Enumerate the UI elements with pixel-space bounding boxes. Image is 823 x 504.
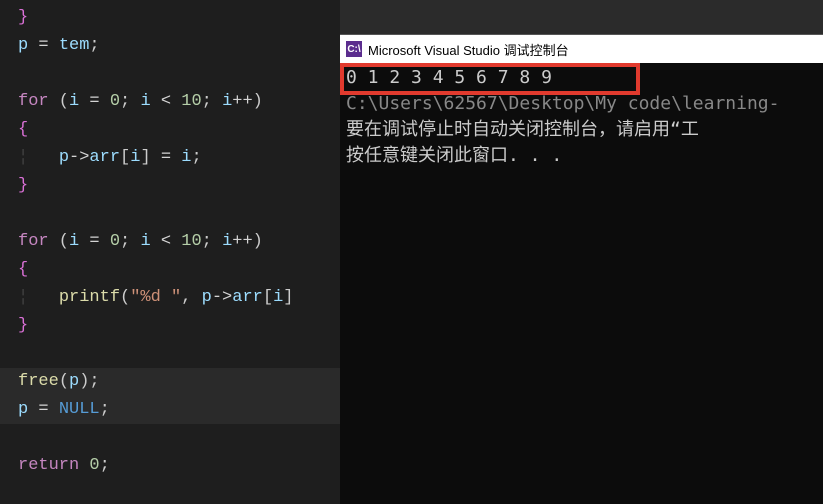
console-body[interactable]: 0 1 2 3 4 5 6 7 8 9 C:\Users\62567\Deskt…	[340, 63, 823, 171]
console-title: Microsoft Visual Studio 调试控制台	[368, 40, 569, 59]
code-line	[18, 60, 340, 88]
code-line: return 0;	[18, 452, 340, 480]
console-output-line: 0 1 2 3 4 5 6 7 8 9	[346, 65, 817, 91]
code-line: }	[18, 312, 340, 340]
console-path-line: C:\Users\62567\Desktop\My code\learning-	[346, 91, 817, 117]
code-line: {	[18, 116, 340, 144]
code-editor[interactable]: } p = tem; for (i = 0; i < 10; i++) { ¦ …	[0, 0, 340, 504]
code-line: for (i = 0; i < 10; i++)	[18, 228, 340, 256]
code-line: free(p);	[0, 368, 340, 396]
code-line	[18, 340, 340, 368]
console-window[interactable]: C:\ Microsoft Visual Studio 调试控制台 0 1 2 …	[340, 34, 823, 504]
editor-top-dark	[340, 0, 823, 34]
code-line: p = tem;	[18, 32, 340, 60]
code-line	[18, 200, 340, 228]
code-line: ¦ p->arr[i] = i;	[18, 144, 340, 172]
code-line: }	[18, 4, 340, 32]
code-line: {	[18, 256, 340, 284]
code-line: }	[18, 172, 340, 200]
console-titlebar[interactable]: C:\ Microsoft Visual Studio 调试控制台	[340, 35, 823, 63]
console-icon: C:\	[346, 41, 362, 57]
code-line: for (i = 0; i < 10; i++)	[18, 88, 340, 116]
console-msg-line: 要在调试停止时自动关闭控制台，请启用“工	[346, 117, 817, 143]
console-msg-line: 按任意键关闭此窗口. . .	[346, 143, 817, 169]
code-line	[18, 424, 340, 452]
code-line-current: p = NULL;	[0, 396, 340, 424]
code-line: ¦ printf("%d ", p->arr[i]	[18, 284, 340, 312]
